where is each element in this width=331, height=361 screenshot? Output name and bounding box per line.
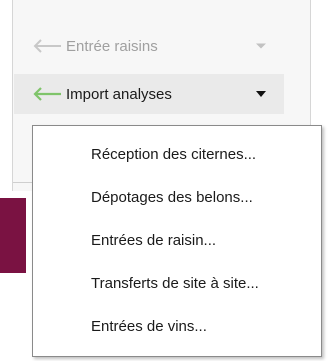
menu-item-transferts-site[interactable]: Transferts de site à site... [33, 264, 321, 302]
menu-item-entrees-vins[interactable]: Entrées de vins... [33, 307, 321, 345]
left-arrow-icon [32, 87, 62, 101]
menu-item-label: Entrées de vins... [91, 317, 207, 335]
menu-item-label: Réception des citernes... [91, 145, 257, 163]
menu-item-label: Transferts de site à site... [91, 274, 259, 292]
menu-item-entrees-raisin[interactable]: Entrées de raisin... [33, 221, 321, 259]
menu-item-depotages-belons[interactable]: Dépotages des belons... [33, 178, 321, 216]
menu-item-label: Dépotages des belons... [91, 188, 253, 206]
menu-item-label: Entrées de raisin... [91, 231, 217, 249]
menu-item-reception-citernes[interactable]: Réception des citernes... [33, 135, 321, 173]
import-analyses-menu: Réception des citernes... Dépotages des … [32, 125, 322, 357]
import-analyses-label: Import analyses [66, 85, 172, 103]
entree-raisins-label: Entrée raisins [66, 37, 158, 55]
accent-bar [0, 198, 26, 273]
import-analyses-dropdown[interactable]: Import analyses [14, 74, 284, 114]
entree-raisins-dropdown[interactable]: Entrée raisins [14, 26, 284, 66]
chevron-down-icon [256, 43, 266, 49]
chevron-down-icon [256, 91, 266, 97]
app-stage: Entrée raisins Import analyses Réception… [0, 0, 331, 361]
left-arrow-icon [32, 39, 62, 53]
